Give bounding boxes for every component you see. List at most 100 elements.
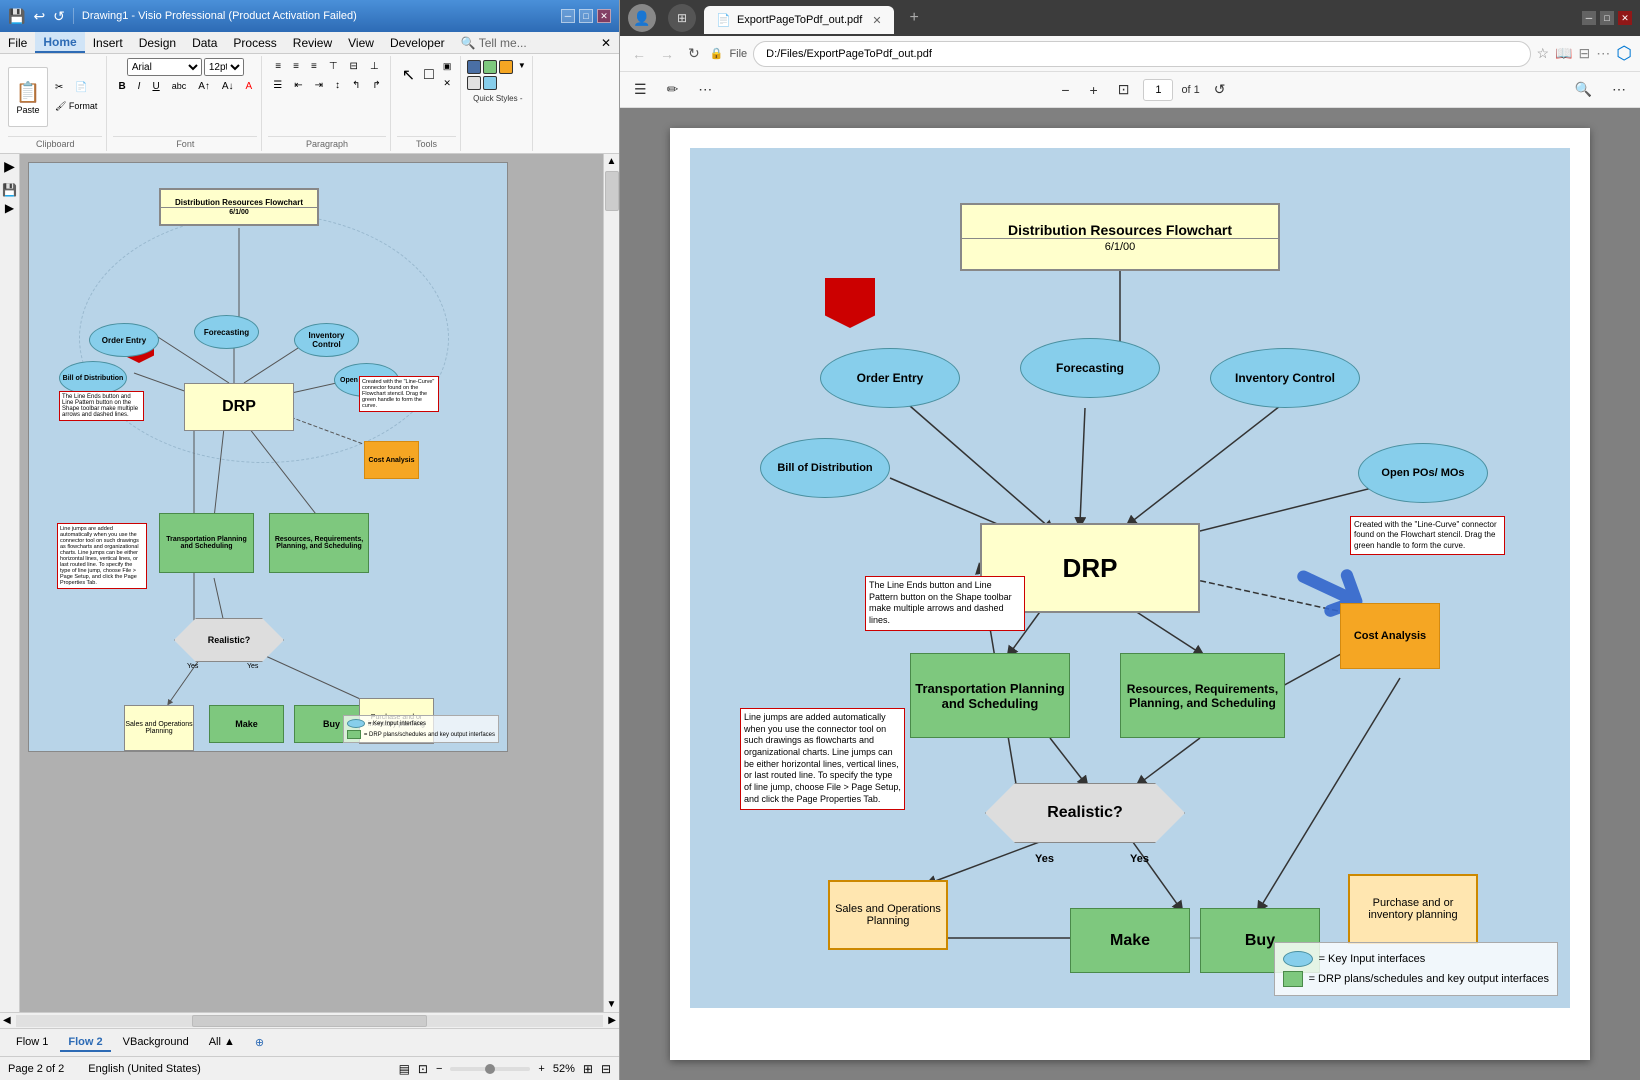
visio-close-btn[interactable]: ✕	[597, 9, 611, 23]
visio-restore-btn[interactable]: □	[579, 9, 593, 23]
menu-insert[interactable]: Insert	[85, 32, 131, 53]
bold-button[interactable]: B	[113, 78, 130, 95]
shape-fill-button[interactable]: ▣	[438, 58, 457, 75]
menu-design[interactable]: Design	[131, 32, 184, 53]
menu-file[interactable]: File	[0, 32, 35, 53]
pdf-sidebar-toggle[interactable]: ☰	[628, 79, 653, 100]
scroll-up-btn[interactable]: ▲	[604, 154, 619, 169]
pdf-more-btn[interactable]: ⋯	[692, 79, 718, 100]
split-screen-icon[interactable]: ⊟	[1579, 45, 1591, 62]
edge-icon[interactable]: ⬡	[1616, 43, 1632, 64]
profile-avatar[interactable]: 👤	[628, 4, 656, 32]
browser-tab-pdf[interactable]: 📄 ExportPageToPdf_out.pdf ✕	[704, 6, 894, 34]
scroll-left-btn[interactable]: ◀	[0, 1015, 14, 1026]
underline-button[interactable]: U	[147, 78, 164, 95]
back-button[interactable]: ←	[628, 44, 650, 64]
sidebar-save-icon[interactable]: 💾	[2, 183, 17, 197]
visio-drawing-canvas[interactable]: Distribution Resources Flowchart 6/1/00 …	[20, 154, 603, 1012]
pdf-pentagon	[825, 278, 875, 328]
zoom-in-btn[interactable]: +	[538, 1063, 544, 1075]
menu-process[interactable]: Process	[225, 32, 284, 53]
text-increase-button[interactable]: A↑	[193, 78, 215, 95]
zoom-out-btn[interactable]: −	[436, 1063, 442, 1075]
menu-home[interactable]: Home	[35, 32, 84, 53]
tab-flow2[interactable]: Flow 2	[60, 1034, 110, 1052]
menu-data[interactable]: Data	[184, 32, 225, 53]
bullets-button[interactable]: ☰	[268, 77, 287, 94]
browser-close-btn[interactable]: ✕	[1618, 11, 1632, 25]
align-left-button[interactable]: ≡	[270, 58, 286, 75]
pdf-content-area[interactable]: ➜ Distribution Resources Flowchart 6/1/0…	[620, 108, 1640, 1080]
pdf-search-btn[interactable]: 🔍	[1569, 79, 1598, 100]
pointer-tool[interactable]: ↖	[397, 62, 420, 88]
address-input[interactable]	[753, 41, 1530, 67]
browser-minimize-btn[interactable]: ─	[1582, 11, 1596, 25]
pdf-page-input[interactable]	[1143, 79, 1173, 101]
reader-view-icon[interactable]: 📖	[1555, 45, 1572, 62]
scroll-down-btn[interactable]: ▼	[604, 997, 619, 1012]
align-middle-button[interactable]: ⊟	[345, 58, 363, 75]
scroll-thumb-v[interactable]	[605, 171, 619, 211]
fit-height-icon[interactable]: ⊟	[601, 1062, 611, 1076]
menu-close[interactable]: ✕	[593, 32, 619, 53]
menu-view[interactable]: View	[340, 32, 382, 53]
fit-width-icon[interactable]: ⊞	[583, 1062, 593, 1076]
forward-button[interactable]: →	[656, 44, 678, 64]
visio-redo-icon[interactable]: ↺	[53, 8, 65, 25]
new-tab-button[interactable]: +	[902, 9, 927, 27]
scroll-right-btn[interactable]: ▶	[605, 1015, 619, 1026]
rtl-button[interactable]: ↰	[347, 77, 365, 94]
strikethrough-button[interactable]: abc	[167, 78, 192, 95]
tab-add[interactable]: ⊕	[247, 1034, 272, 1052]
indent-less-button[interactable]: ⇤	[289, 77, 307, 94]
line-color-button[interactable]: ✕	[438, 75, 457, 92]
menu-developer[interactable]: Developer	[382, 32, 453, 53]
align-right-button[interactable]: ≡	[306, 58, 322, 75]
copy-button[interactable]: 📄	[70, 79, 92, 96]
line-spacing-button[interactable]: ↕	[330, 77, 345, 94]
cut-button[interactable]: ✂	[50, 79, 68, 96]
font-size-selector[interactable]: 12pt.	[204, 58, 244, 76]
menu-review[interactable]: Review	[285, 32, 340, 53]
pdf-fit-btn[interactable]: ⊡	[1112, 79, 1136, 100]
collections-icon[interactable]: ⊞	[668, 4, 696, 32]
text-decrease-button[interactable]: A↓	[217, 78, 239, 95]
visio-drawing[interactable]: Distribution Resources Flowchart 6/1/00 …	[28, 162, 508, 752]
indent-more-button[interactable]: ⇥	[310, 77, 328, 94]
refresh-button[interactable]: ↻	[684, 43, 704, 64]
styles-expand[interactable]: ▼	[515, 60, 529, 74]
sidebar-expand[interactable]: ▶	[4, 158, 15, 175]
font-color-button[interactable]: A	[241, 78, 258, 95]
star-icon[interactable]: ☆	[1537, 45, 1550, 62]
menu-tell-me[interactable]: 🔍 Tell me...	[453, 32, 535, 53]
italic-button[interactable]: I	[133, 78, 146, 95]
browser-restore-btn[interactable]: □	[1600, 11, 1614, 25]
font-selector[interactable]: Arial	[127, 58, 202, 76]
pdf-rotate-btn[interactable]: ↺	[1208, 79, 1232, 100]
format-painter-button[interactable]: 🖌 Format	[50, 98, 102, 115]
visio-scroll-h[interactable]: ◀ ▶	[0, 1012, 619, 1028]
normal-view-icon[interactable]: ▤	[399, 1062, 410, 1076]
align-center-button[interactable]: ≡	[288, 58, 304, 75]
align-bottom-button[interactable]: ⊥	[365, 58, 384, 75]
pdf-zoom-in[interactable]: +	[1084, 80, 1104, 100]
pdf-tab-close[interactable]: ✕	[872, 14, 881, 27]
align-top-button[interactable]: ⊤	[324, 58, 343, 75]
fit-page-icon[interactable]: ⊡	[418, 1062, 428, 1076]
scroll-thumb-h[interactable]	[192, 1015, 427, 1027]
more-options-icon[interactable]: ⋯	[1596, 45, 1610, 62]
ltr-button[interactable]: ↱	[367, 77, 385, 94]
tab-vbackground[interactable]: VBackground	[115, 1034, 197, 1052]
pdf-zoom-out[interactable]: −	[1055, 80, 1075, 100]
visio-save-icon[interactable]: 💾	[8, 8, 25, 25]
visio-scroll-v[interactable]: ▲ ▼	[603, 154, 619, 1012]
paste-button[interactable]: 📋 Paste	[8, 67, 48, 127]
visio-undo-icon[interactable]: ↩	[33, 8, 45, 25]
tab-flow1[interactable]: Flow 1	[8, 1034, 56, 1052]
sidebar-arrow-icon[interactable]: ▶	[5, 201, 14, 215]
pdf-toolbar-more[interactable]: ⋯	[1606, 79, 1632, 100]
zoom-slider[interactable]	[485, 1064, 495, 1074]
tab-all[interactable]: All ▲	[201, 1034, 243, 1052]
visio-minimize-btn[interactable]: ─	[561, 9, 575, 23]
pdf-draw-toggle[interactable]: ✏	[661, 79, 685, 100]
